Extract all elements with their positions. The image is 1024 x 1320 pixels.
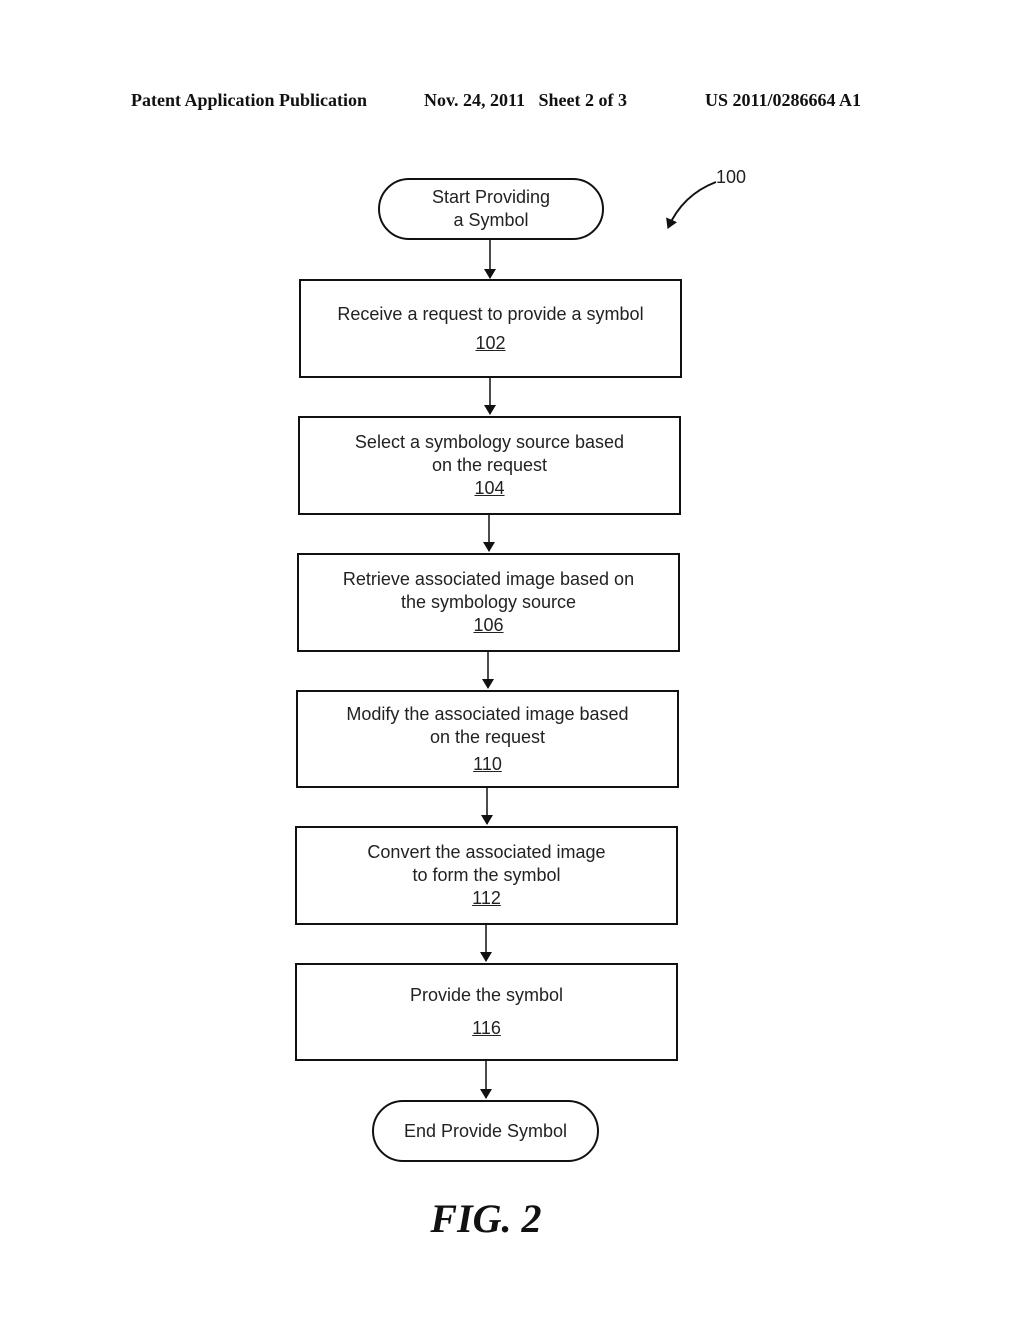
step-112: Convert the associated image to form the… xyxy=(295,826,678,925)
step-112-ref: 112 xyxy=(472,888,501,908)
step-110: Modify the associated image based on the… xyxy=(296,690,679,788)
step-106-line-2: the symbology source xyxy=(400,592,577,612)
step-102: Receive a request to provide a symbol 10… xyxy=(299,279,682,378)
step-104: Select a symbology source based on the r… xyxy=(298,416,681,515)
step-106: Retrieve associated image based on the s… xyxy=(297,553,680,652)
step-106-line-1: Retrieve associated image based on xyxy=(342,569,635,589)
end-terminal: End Provide Symbol xyxy=(372,1100,599,1162)
step-102-ref: 102 xyxy=(475,332,506,353)
start-terminal: Start Providing a Symbol xyxy=(378,178,604,240)
figure-label: FIG. 2 xyxy=(430,1196,542,1241)
end-label: End Provide Symbol xyxy=(403,1120,568,1141)
step-110-line-1: Modify the associated image based xyxy=(346,703,629,724)
step-112-line-1: Convert the associated image xyxy=(367,842,606,862)
step-110-ref: 110 xyxy=(473,753,502,774)
step-116: Provide the symbol 116 xyxy=(295,963,678,1061)
step-104-ref: 104 xyxy=(474,478,505,498)
step-104-line-1: Select a symbology source based xyxy=(354,432,625,452)
step-116-text: Provide the symbol xyxy=(409,985,564,1005)
start-line-2: a Symbol xyxy=(453,210,529,230)
step-106-ref: 106 xyxy=(473,615,504,635)
step-112-line-2: to form the symbol xyxy=(412,865,561,885)
step-102-text: Receive a request to provide a symbol xyxy=(337,303,644,324)
start-line-1: Start Providing xyxy=(431,187,551,207)
step-110-line-2: on the request xyxy=(429,726,546,747)
step-116-ref: 116 xyxy=(472,1018,501,1038)
reference-arrow xyxy=(666,181,717,229)
step-104-line-2: on the request xyxy=(431,455,548,475)
